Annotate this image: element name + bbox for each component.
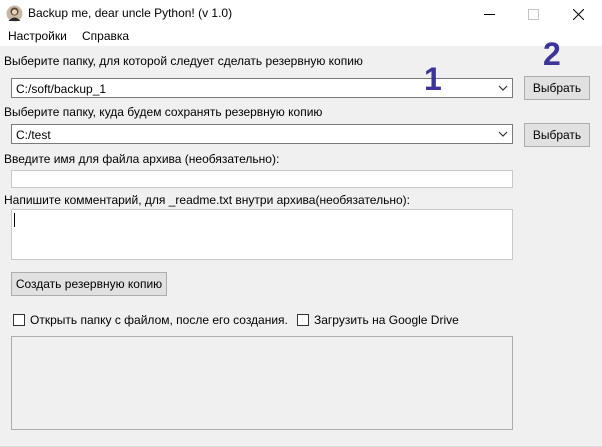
dest-folder-value: C:/test (16, 128, 51, 142)
gdrive-label[interactable]: Загрузить на Google Drive (314, 313, 459, 327)
text-cursor (14, 213, 15, 227)
menu-settings[interactable]: Настройки (8, 29, 67, 43)
maximize-icon (527, 8, 539, 20)
menu-bar: Настройки Справка (0, 28, 602, 46)
minimize-icon (483, 13, 495, 15)
dest-browse-button[interactable]: Выбрать (524, 123, 590, 147)
dest-folder-combobox[interactable]: C:/test (11, 124, 513, 144)
close-button[interactable] (555, 0, 601, 28)
maximize-button[interactable] (510, 0, 556, 28)
app-window: Backup me, dear uncle Python! (v 1.0) На… (0, 0, 602, 447)
open-folder-label[interactable]: Открыть папку с файлом, после его создан… (30, 313, 288, 327)
archive-name-input[interactable] (11, 170, 513, 188)
annotation-marker-1: 1 (424, 61, 442, 97)
dest-folder-label: Выберите папку, куда будем сохранять рез… (4, 105, 323, 119)
create-backup-button[interactable]: Создать резервную копию (11, 272, 167, 296)
chevron-down-icon[interactable] (498, 83, 508, 93)
python-avatar-icon (6, 5, 23, 22)
chevron-down-icon[interactable] (498, 129, 508, 139)
gdrive-checkbox[interactable] (297, 314, 309, 326)
window-title: Backup me, dear uncle Python! (v 1.0) (28, 6, 233, 20)
minimize-button[interactable] (466, 0, 512, 28)
open-folder-checkbox[interactable] (13, 314, 25, 326)
output-panel (11, 336, 513, 430)
source-browse-button[interactable]: Выбрать (524, 76, 590, 100)
source-folder-value: C:/soft/backup_1 (16, 82, 107, 96)
source-folder-label: Выберите папку, для которой следует сдел… (4, 54, 363, 68)
close-icon (572, 8, 584, 20)
title-bar[interactable]: Backup me, dear uncle Python! (v 1.0) (0, 0, 602, 28)
comment-label: Напишите комментарий, для _readme.txt вн… (4, 193, 410, 207)
menu-help[interactable]: Справка (82, 29, 129, 43)
archive-name-label: Введите имя для файла архива (необязател… (4, 152, 280, 166)
annotation-marker-2: 2 (543, 36, 561, 72)
comment-textarea[interactable] (11, 209, 513, 260)
